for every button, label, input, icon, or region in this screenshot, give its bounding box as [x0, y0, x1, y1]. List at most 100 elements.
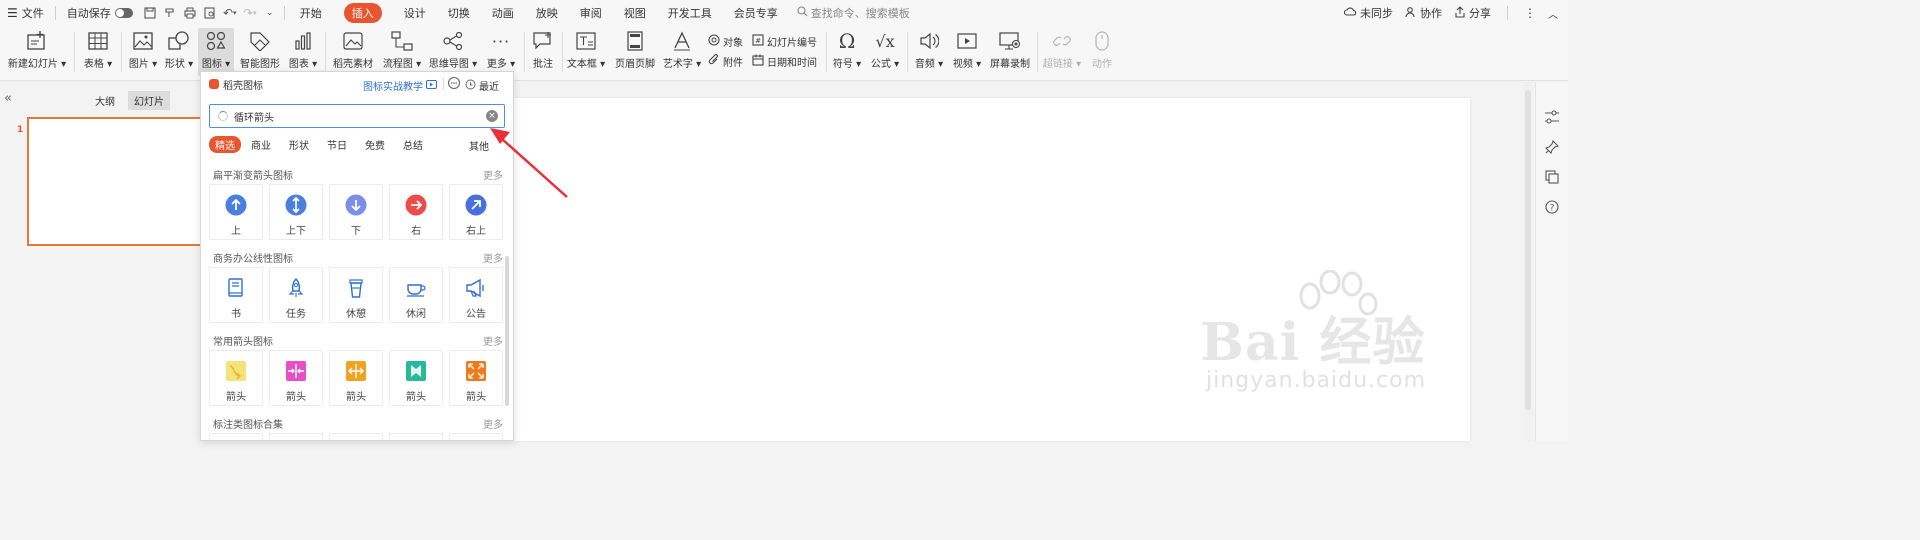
category-free[interactable]: 免费	[365, 137, 385, 152]
more-insert-button[interactable]: ··· 更多 ▾	[482, 28, 520, 76]
collapse-ribbon-icon[interactable]: ︿	[1548, 0, 1558, 26]
new-slide-button[interactable]: 新建幻灯片 ▾	[6, 28, 68, 76]
icon-tile[interactable]	[389, 433, 443, 440]
icon-tile[interactable]: 右上	[449, 184, 503, 240]
mindmap-button[interactable]: 思维导图 ▾	[428, 28, 478, 76]
category-summary[interactable]: 总结	[403, 137, 423, 152]
icon-tile[interactable]: 箭头	[329, 350, 383, 406]
icon-tile[interactable]: 箭头	[389, 350, 443, 406]
tab-home[interactable]: 开始	[289, 0, 333, 26]
sync-status[interactable]: 未同步	[1343, 0, 1393, 26]
section-more-link[interactable]: 更多	[483, 333, 503, 348]
icon-tile[interactable]: 休闲	[389, 267, 443, 323]
flowchart-button[interactable]: 流程图 ▾	[380, 28, 424, 76]
shape-button[interactable]: 形状 ▾	[162, 28, 196, 76]
help-icon[interactable]: ?	[1543, 198, 1561, 216]
object-button[interactable]: 对象	[708, 32, 743, 50]
slides-library-icon[interactable]	[1543, 168, 1561, 186]
vertical-scrollbar[interactable]	[1524, 82, 1532, 441]
slide-number-button[interactable]: # 幻灯片编号	[752, 32, 817, 50]
section-more-link[interactable]: 更多	[483, 416, 503, 431]
picture-icon	[133, 28, 153, 54]
textbox-button[interactable]: 文本框 ▾	[566, 28, 606, 76]
tab-slideshow[interactable]: 放映	[525, 0, 569, 26]
icon-tile[interactable]	[329, 433, 383, 440]
category-featured[interactable]: 精选	[209, 135, 241, 153]
icon-button[interactable]: 图标 ▾	[198, 28, 234, 76]
icon-tile[interactable]: 箭头	[209, 350, 263, 406]
save-icon[interactable]	[140, 0, 160, 26]
date-time-button[interactable]: 日期和时间	[752, 52, 817, 70]
collapse-panel-icon[interactable]: «	[4, 91, 12, 106]
tab-animations[interactable]: 动画	[481, 0, 525, 26]
customize-chevron-icon[interactable]: ⌄	[260, 0, 280, 26]
picture-button[interactable]: 图片 ▾	[126, 28, 160, 76]
icon-tile[interactable]: 书	[209, 267, 263, 323]
clear-search-icon[interactable]: ×	[486, 110, 498, 122]
more-options-icon[interactable]: ⋮	[1524, 0, 1536, 26]
table-button[interactable]: 表格 ▾	[80, 28, 116, 76]
attachment-button[interactable]: 附件	[708, 52, 743, 70]
category-festival[interactable]: 节日	[327, 137, 347, 152]
tutorial-link[interactable]: 图标实战教学	[363, 78, 437, 93]
section-more-link[interactable]: 更多	[483, 167, 503, 182]
tab-member[interactable]: 会员专享	[723, 0, 789, 26]
chat-icon[interactable]	[447, 76, 461, 90]
icon-tile[interactable]: 下	[329, 184, 383, 240]
file-menu[interactable]: ☰ 文件	[0, 0, 51, 26]
scrollbar-thumb[interactable]	[1525, 90, 1531, 410]
tab-view[interactable]: 视图	[613, 0, 657, 26]
tab-slides[interactable]: 幻灯片	[128, 91, 170, 110]
format-painter-icon[interactable]	[160, 0, 180, 26]
slide-canvas[interactable]	[512, 98, 1470, 441]
tab-developer[interactable]: 开发工具	[657, 0, 723, 26]
formula-button[interactable]: √x 公式 ▾	[868, 28, 902, 76]
icon-tile[interactable]: 箭头	[269, 350, 323, 406]
recent-button[interactable]: 最近	[465, 78, 499, 93]
print-icon[interactable]	[180, 0, 200, 26]
tab-outline[interactable]: 大纲	[89, 91, 121, 110]
tab-transitions[interactable]: 切换	[437, 0, 481, 26]
icon-tile[interactable]	[209, 433, 263, 440]
undo-icon[interactable]: ↶ ▾	[220, 0, 240, 26]
icon-tile[interactable]: 休憩	[329, 267, 383, 323]
icon-tile[interactable]: 上下	[269, 184, 323, 240]
symbol-button[interactable]: Ω 符号 ▾	[830, 28, 864, 76]
icon-search-input[interactable]: 循环箭头 ×	[209, 104, 505, 128]
wordart-button[interactable]: 艺术字 ▾	[662, 28, 702, 76]
redo-icon[interactable]: ↷ ▾	[240, 0, 260, 26]
category-other[interactable]: 其他	[469, 138, 489, 153]
icon-tile[interactable]: 上	[209, 184, 263, 240]
action-button[interactable]: 动作	[1086, 28, 1118, 76]
category-business[interactable]: 商业	[251, 137, 271, 152]
tab-review[interactable]: 审阅	[569, 0, 613, 26]
icon-tile[interactable]: 箭头	[449, 350, 503, 406]
icon-tile[interactable]: 任务	[269, 267, 323, 323]
pin-icon[interactable]	[1543, 138, 1561, 156]
screen-record-button[interactable]: 屏幕录制	[988, 28, 1032, 76]
icon-tile[interactable]: 公告	[449, 267, 503, 323]
header-footer-button[interactable]: 页眉页脚	[612, 28, 658, 76]
popup-scrollbar[interactable]	[505, 256, 509, 406]
chart-button[interactable]: 图表 ▾	[286, 28, 320, 76]
icon-tile[interactable]: 右	[389, 184, 443, 240]
properties-icon[interactable]	[1543, 108, 1561, 126]
slide-thumbnail[interactable]	[27, 117, 207, 246]
print-preview-icon[interactable]	[200, 0, 220, 26]
video-button[interactable]: 视频 ▾	[950, 28, 984, 76]
autosave-toggle[interactable]: 自动保存	[60, 0, 140, 26]
share-button[interactable]: 分享	[1454, 0, 1491, 26]
icon-tile[interactable]	[269, 433, 323, 440]
tab-design[interactable]: 设计	[393, 0, 437, 26]
icon-tile[interactable]	[449, 433, 503, 440]
comment-button[interactable]: 批注	[528, 28, 558, 76]
daoke-material-button[interactable]: 稻壳素材	[330, 28, 376, 76]
tab-insert[interactable]: 插入	[333, 0, 393, 26]
collab-button[interactable]: 协作	[1405, 0, 1442, 26]
category-shape[interactable]: 形状	[289, 137, 309, 152]
hyperlink-button[interactable]: 超链接 ▾	[1042, 28, 1082, 76]
audio-button[interactable]: 音频 ▾	[912, 28, 946, 76]
smart-graphic-button[interactable]: 智能图形	[237, 28, 283, 76]
command-search[interactable]: 查找命令、搜索模板	[797, 5, 910, 21]
section-more-link[interactable]: 更多	[483, 250, 503, 265]
